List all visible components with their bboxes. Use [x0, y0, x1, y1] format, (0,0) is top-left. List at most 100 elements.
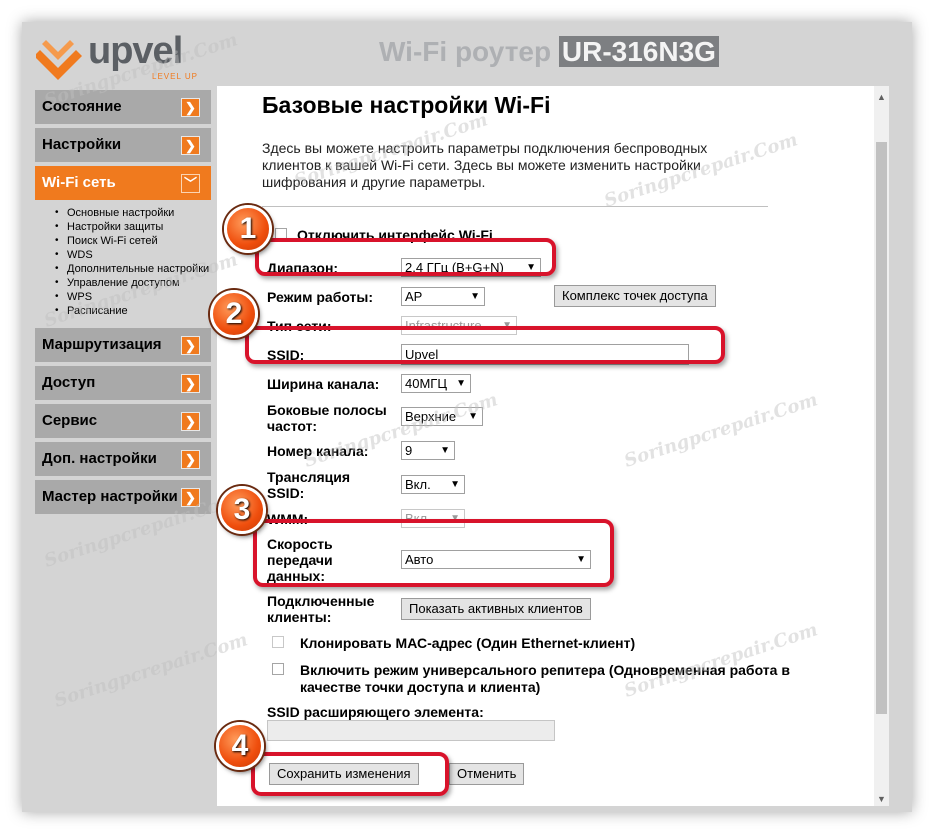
chevron-right-icon: ❯ — [181, 412, 200, 431]
sideband-value: Верхние — [405, 409, 457, 424]
caret-down-icon: ▼ — [440, 445, 450, 456]
band-select[interactable]: 2.4 ГГц (B+G+N) ▼ — [401, 258, 541, 277]
logo-text: upvel — [88, 30, 183, 72]
network-type-value: Infrastructure — [405, 318, 482, 333]
scrollbar[interactable]: ▲ ▼ — [874, 86, 889, 806]
extender-ssid-input[interactable] — [267, 720, 555, 741]
clone-mac-label: Клонировать МАС-адрес (Один Ethernet-кли… — [300, 635, 636, 651]
step-badge-2: 2 — [210, 290, 258, 338]
submenu-item-security[interactable]: Настройки защиты — [55, 220, 211, 234]
save-changes-button[interactable]: Сохранить изменения — [269, 763, 419, 785]
show-active-clients-button[interactable]: Показать активных клиентов — [401, 598, 591, 620]
sidebar-item-wifi[interactable]: Wi-Fi сеть ﹀ — [35, 166, 211, 200]
broadcast-ssid-label: Трансляция SSID: — [267, 469, 351, 501]
sideband-select[interactable]: Верхние ▼ — [401, 407, 483, 426]
caret-down-icon: ▼ — [576, 554, 586, 565]
sidebar-item-label: Маршрутизация — [42, 336, 162, 353]
caret-down-icon: ▼ — [470, 291, 480, 302]
router-admin-window: upvel LEVEL UP Wi-Fi роутер UR-316N3G Со… — [22, 22, 912, 812]
broadcast-ssid-value: Вкл. — [405, 477, 431, 492]
header: upvel LEVEL UP Wi-Fi роутер UR-316N3G — [22, 22, 912, 86]
universal-repeater-label: Включить режим универсального репитера (… — [300, 662, 790, 695]
main-content: Базовые настройки Wi-Fi Здесь вы можете … — [217, 86, 889, 806]
channel-width-label: Ширина канала: — [267, 376, 380, 392]
extender-ssid-label: SSID расширяющего элемента: — [267, 704, 484, 720]
scroll-down-icon[interactable]: ▼ — [877, 794, 886, 804]
mode-value: AP — [405, 289, 423, 304]
scroll-up-icon[interactable]: ▲ — [877, 92, 886, 102]
sidebar-item-label: Wi-Fi сеть — [42, 174, 116, 191]
intro-text: Здесь вы можете настроить параметры подк… — [262, 140, 708, 190]
disable-wifi-label: Отключить интерфейс Wi-Fi — [297, 227, 493, 243]
submenu-item-advanced[interactable]: Дополнительные настройки — [55, 262, 211, 276]
network-type-label: Тип сети: — [267, 318, 332, 334]
chevron-right-icon: ❯ — [181, 136, 200, 155]
cancel-button[interactable]: Отменить — [449, 763, 525, 785]
channel-value: 9 — [405, 443, 413, 458]
submenu-item-schedule[interactable]: Расписание — [55, 304, 211, 318]
sidebar-item-label: Мастер настройки — [42, 488, 178, 505]
band-label: Диапазон: — [267, 260, 339, 276]
title-model: UR-316N3G — [558, 36, 719, 67]
sidebar-item-label: Доступ — [42, 374, 96, 391]
broadcast-ssid-select[interactable]: Вкл. ▼ — [401, 475, 465, 494]
data-rate-select[interactable]: Авто ▼ — [401, 550, 591, 569]
chevron-right-icon: ❯ — [181, 336, 200, 355]
mode-label: Режим работы: — [267, 289, 374, 305]
page-title: Базовые настройки Wi-Fi — [262, 92, 551, 118]
sidebar-item-extra-settings[interactable]: Доп. настройки ❯ — [35, 442, 211, 476]
sidebar-item-settings[interactable]: Настройки ❯ — [35, 128, 211, 162]
submenu-item-basic[interactable]: Основные настройки — [55, 206, 211, 220]
sideband-label: Боковые полосы частот: — [267, 402, 387, 434]
sidebar-item-label: Настройки — [42, 136, 122, 153]
channel-select[interactable]: 9 ▼ — [401, 441, 455, 460]
sidebar-item-label: Состояние — [42, 98, 122, 115]
logo-chevron-icon — [36, 40, 82, 80]
sidebar-item-routing[interactable]: Маршрутизация ❯ — [35, 328, 211, 362]
step-badge-1: 1 — [224, 205, 272, 253]
universal-repeater-checkbox[interactable] — [272, 663, 284, 675]
band-value: 2.4 ГГц (B+G+N) — [405, 260, 504, 275]
data-rate-label: Скорость передачи данных: — [267, 536, 333, 584]
step-badge-4: 4 — [216, 722, 264, 770]
sidebar-item-label: Сервис — [42, 412, 98, 429]
page-header-title: Wi-Fi роутер UR-316N3G — [379, 36, 719, 68]
channel-width-value: 40МГЦ — [405, 376, 447, 391]
sidebar-item-access[interactable]: Доступ ❯ — [35, 366, 211, 400]
ssid-label: SSID: — [267, 347, 305, 363]
sidebar-item-label: Доп. настройки — [42, 450, 157, 467]
ssid-input[interactable] — [401, 344, 689, 365]
network-type-select[interactable]: Infrastructure ▼ — [401, 316, 517, 335]
scroll-thumb[interactable] — [876, 142, 887, 714]
chevron-right-icon: ❯ — [181, 450, 200, 469]
chevron-right-icon: ❯ — [181, 98, 200, 117]
mode-select[interactable]: AP ▼ — [401, 287, 485, 306]
caret-down-icon: ▼ — [450, 513, 460, 524]
wmm-label: WMM: — [267, 511, 309, 527]
submenu-item-wds[interactable]: WDS — [55, 248, 211, 262]
chevron-right-icon: ❯ — [181, 488, 200, 507]
connected-clients-label: Подключенные клиенты: — [267, 593, 375, 625]
caret-down-icon: ▼ — [456, 378, 466, 389]
caret-down-icon: ▼ — [502, 320, 512, 331]
chevron-right-icon: ❯ — [181, 374, 200, 393]
sidebar: Состояние ❯ Настройки ❯ Wi-Fi сеть ﹀ Основн… — [35, 90, 211, 518]
submenu-item-wps[interactable]: WPS — [55, 290, 211, 304]
submenu-item-scan[interactable]: Поиск Wi-Fi сетей — [55, 234, 211, 248]
submenu-item-access-control[interactable]: Управление доступом — [55, 276, 211, 290]
upvel-logo: upvel LEVEL UP — [36, 30, 206, 82]
step-badge-3: 3 — [218, 486, 266, 534]
wifi-submenu: Основные настройки Настройки защиты Поис… — [35, 204, 211, 322]
sidebar-item-status[interactable]: Состояние ❯ — [35, 90, 211, 124]
multi-ap-button[interactable]: Комплекс точек доступа — [554, 285, 716, 307]
clone-mac-checkbox[interactable] — [272, 636, 284, 648]
wmm-select[interactable]: Вкл. ▼ — [401, 509, 465, 528]
sidebar-item-wizard[interactable]: Мастер настройки ❯ — [35, 480, 211, 514]
sidebar-item-service[interactable]: Сервис ❯ — [35, 404, 211, 438]
logo-tagline: LEVEL UP — [152, 72, 198, 81]
channel-width-select[interactable]: 40МГЦ ▼ — [401, 374, 471, 393]
title-prefix: Wi-Fi роутер — [379, 36, 552, 67]
channel-label: Номер канала: — [267, 443, 369, 459]
disable-wifi-checkbox[interactable] — [275, 228, 287, 240]
divider — [262, 206, 768, 207]
